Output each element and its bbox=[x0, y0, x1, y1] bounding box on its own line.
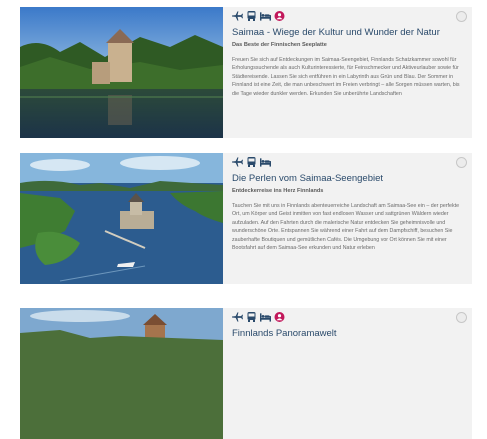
tour-title[interactable]: Finnlands Panoramawelt bbox=[232, 328, 462, 339]
tour-card[interactable]: Saimaa - Wiege der Kultur und Wunder der… bbox=[20, 7, 472, 138]
bed-icon bbox=[260, 157, 271, 167]
bus-icon bbox=[246, 312, 257, 322]
tour-subtitle: Das Beste der Finnischen Seeplatte bbox=[232, 42, 327, 48]
favorite-heart-icon[interactable] bbox=[456, 11, 467, 22]
transport-icons bbox=[232, 11, 285, 21]
transport-icons bbox=[232, 312, 285, 322]
guide-icon bbox=[274, 312, 285, 322]
tour-card[interactable]: Die Perlen vom Saimaa-Seengebiet Entdeck… bbox=[20, 153, 472, 284]
guide-icon bbox=[274, 11, 285, 21]
tour-photo[interactable] bbox=[20, 308, 223, 439]
text-fade bbox=[230, 262, 472, 284]
bed-icon bbox=[260, 11, 271, 21]
bus-icon bbox=[246, 157, 257, 167]
tour-subtitle: Entdeckerreise ins Herz Finnlands bbox=[232, 188, 324, 194]
tour-card[interactable]: Finnlands Panoramawelt bbox=[20, 308, 472, 439]
bed-icon bbox=[260, 312, 271, 322]
transport-icons bbox=[232, 157, 271, 167]
plane-icon bbox=[232, 312, 243, 322]
tour-description: Tauchen Sie mit uns in Finnlands abenteu… bbox=[232, 203, 460, 252]
plane-icon bbox=[232, 11, 243, 21]
tour-photo[interactable] bbox=[20, 153, 223, 284]
favorite-heart-icon[interactable] bbox=[456, 157, 467, 168]
favorite-heart-icon[interactable] bbox=[456, 312, 467, 323]
tour-title[interactable]: Saimaa - Wiege der Kultur und Wunder der… bbox=[232, 27, 462, 38]
plane-icon bbox=[232, 157, 243, 167]
text-fade bbox=[230, 116, 472, 138]
tour-photo[interactable] bbox=[20, 7, 223, 138]
bus-icon bbox=[246, 11, 257, 21]
tour-description: Freuen Sie sich auf Entdeckungen im Saim… bbox=[232, 57, 460, 97]
tour-title[interactable]: Die Perlen vom Saimaa-Seengebiet bbox=[232, 173, 462, 184]
